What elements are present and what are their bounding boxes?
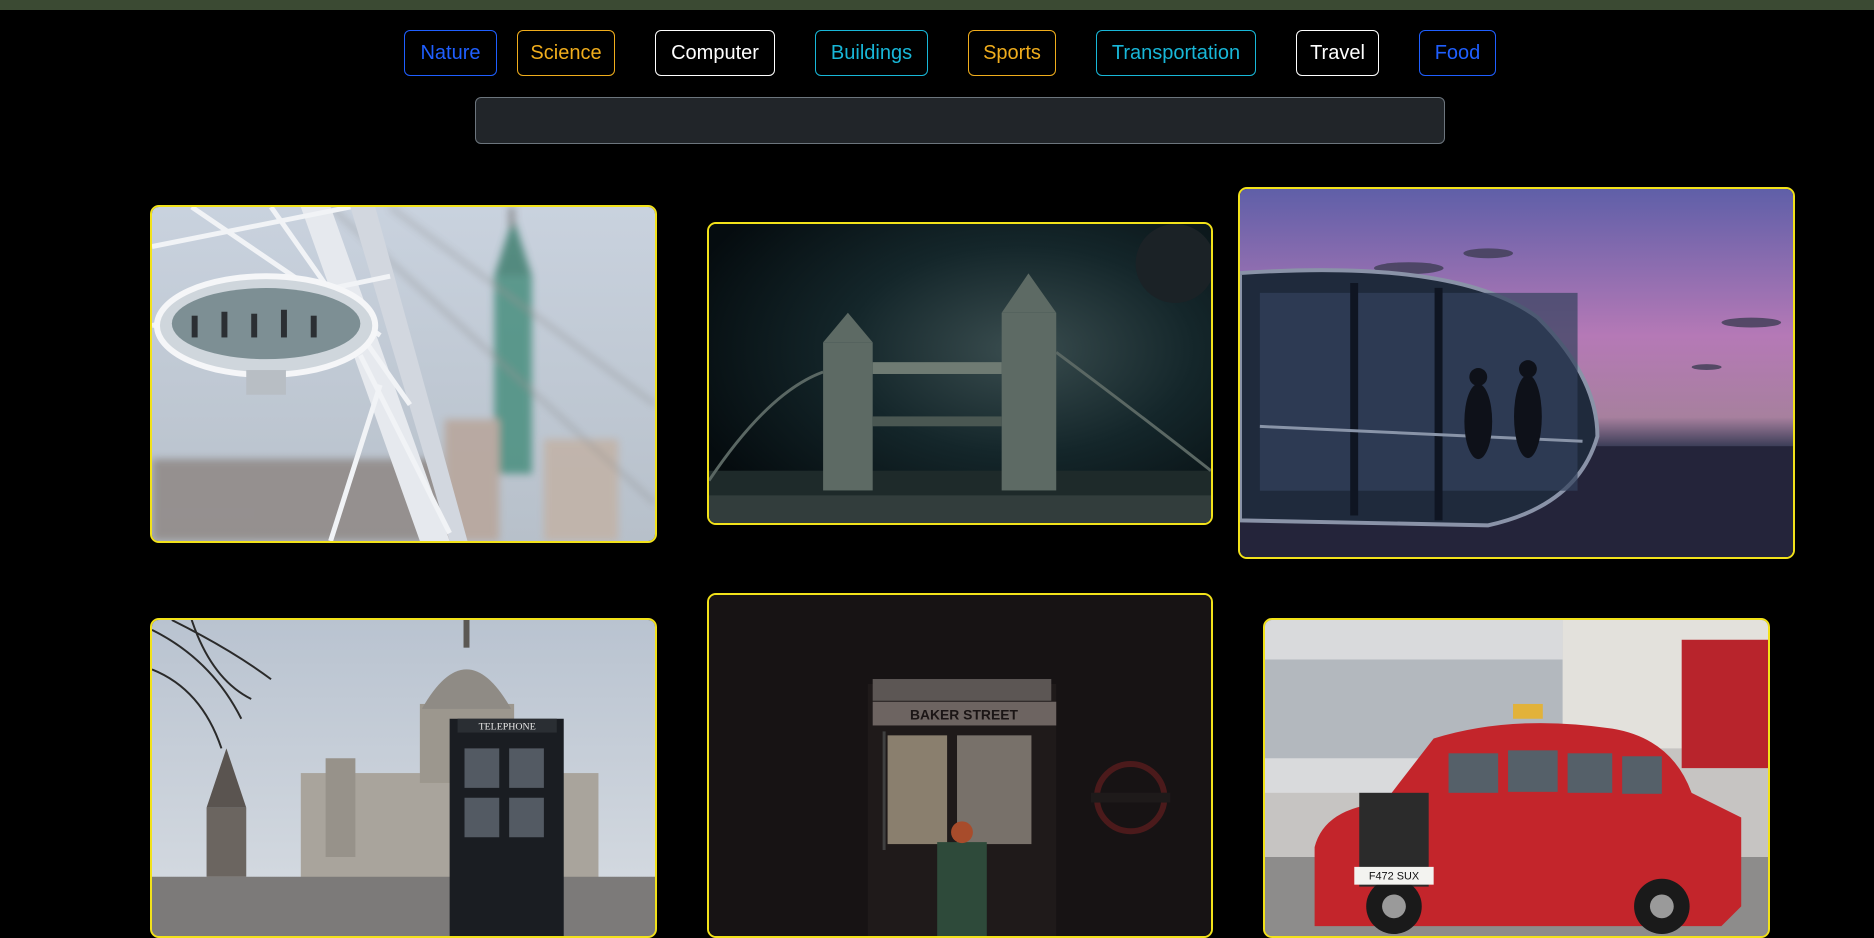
category-science-button[interactable]: Science xyxy=(517,30,615,76)
st-pauls-photo: TELEPHONE xyxy=(152,620,655,936)
photo-card-eye-pod-sunset[interactable] xyxy=(1238,187,1795,559)
category-sports-button[interactable]: Sports xyxy=(968,30,1056,76)
category-nature-button[interactable]: Nature xyxy=(404,30,497,76)
category-travel-button[interactable]: Travel xyxy=(1296,30,1379,76)
photo-card-london-taxi[interactable]: F472 SUX xyxy=(1263,618,1770,938)
eye-pod-sunset-photo xyxy=(1240,189,1793,557)
category-transportation-button[interactable]: Transportation xyxy=(1096,30,1256,76)
photo-card-tower-bridge[interactable] xyxy=(707,222,1213,525)
category-buildings-button[interactable]: Buildings xyxy=(815,30,928,76)
telephone-sign: TELEPHONE xyxy=(479,722,536,733)
category-computer-button[interactable]: Computer xyxy=(655,30,775,76)
baker-street-photo: BAKER STREET xyxy=(709,595,1211,936)
search-input[interactable] xyxy=(475,97,1445,144)
tower-bridge-photo xyxy=(709,224,1211,523)
baker-street-sign: BAKER STREET xyxy=(910,707,1019,723)
taxi-plate: F472 SUX xyxy=(1369,871,1420,883)
photo-card-st-pauls[interactable]: TELEPHONE xyxy=(150,618,657,938)
top-strip xyxy=(0,0,1874,10)
photo-card-baker-street[interactable]: BAKER STREET xyxy=(707,593,1213,938)
category-food-button[interactable]: Food xyxy=(1419,30,1496,76)
london-taxi-photo: F472 SUX xyxy=(1265,620,1768,936)
photo-card-london-eye-capsule[interactable] xyxy=(150,205,657,543)
london-eye-capsule-photo xyxy=(152,207,655,541)
